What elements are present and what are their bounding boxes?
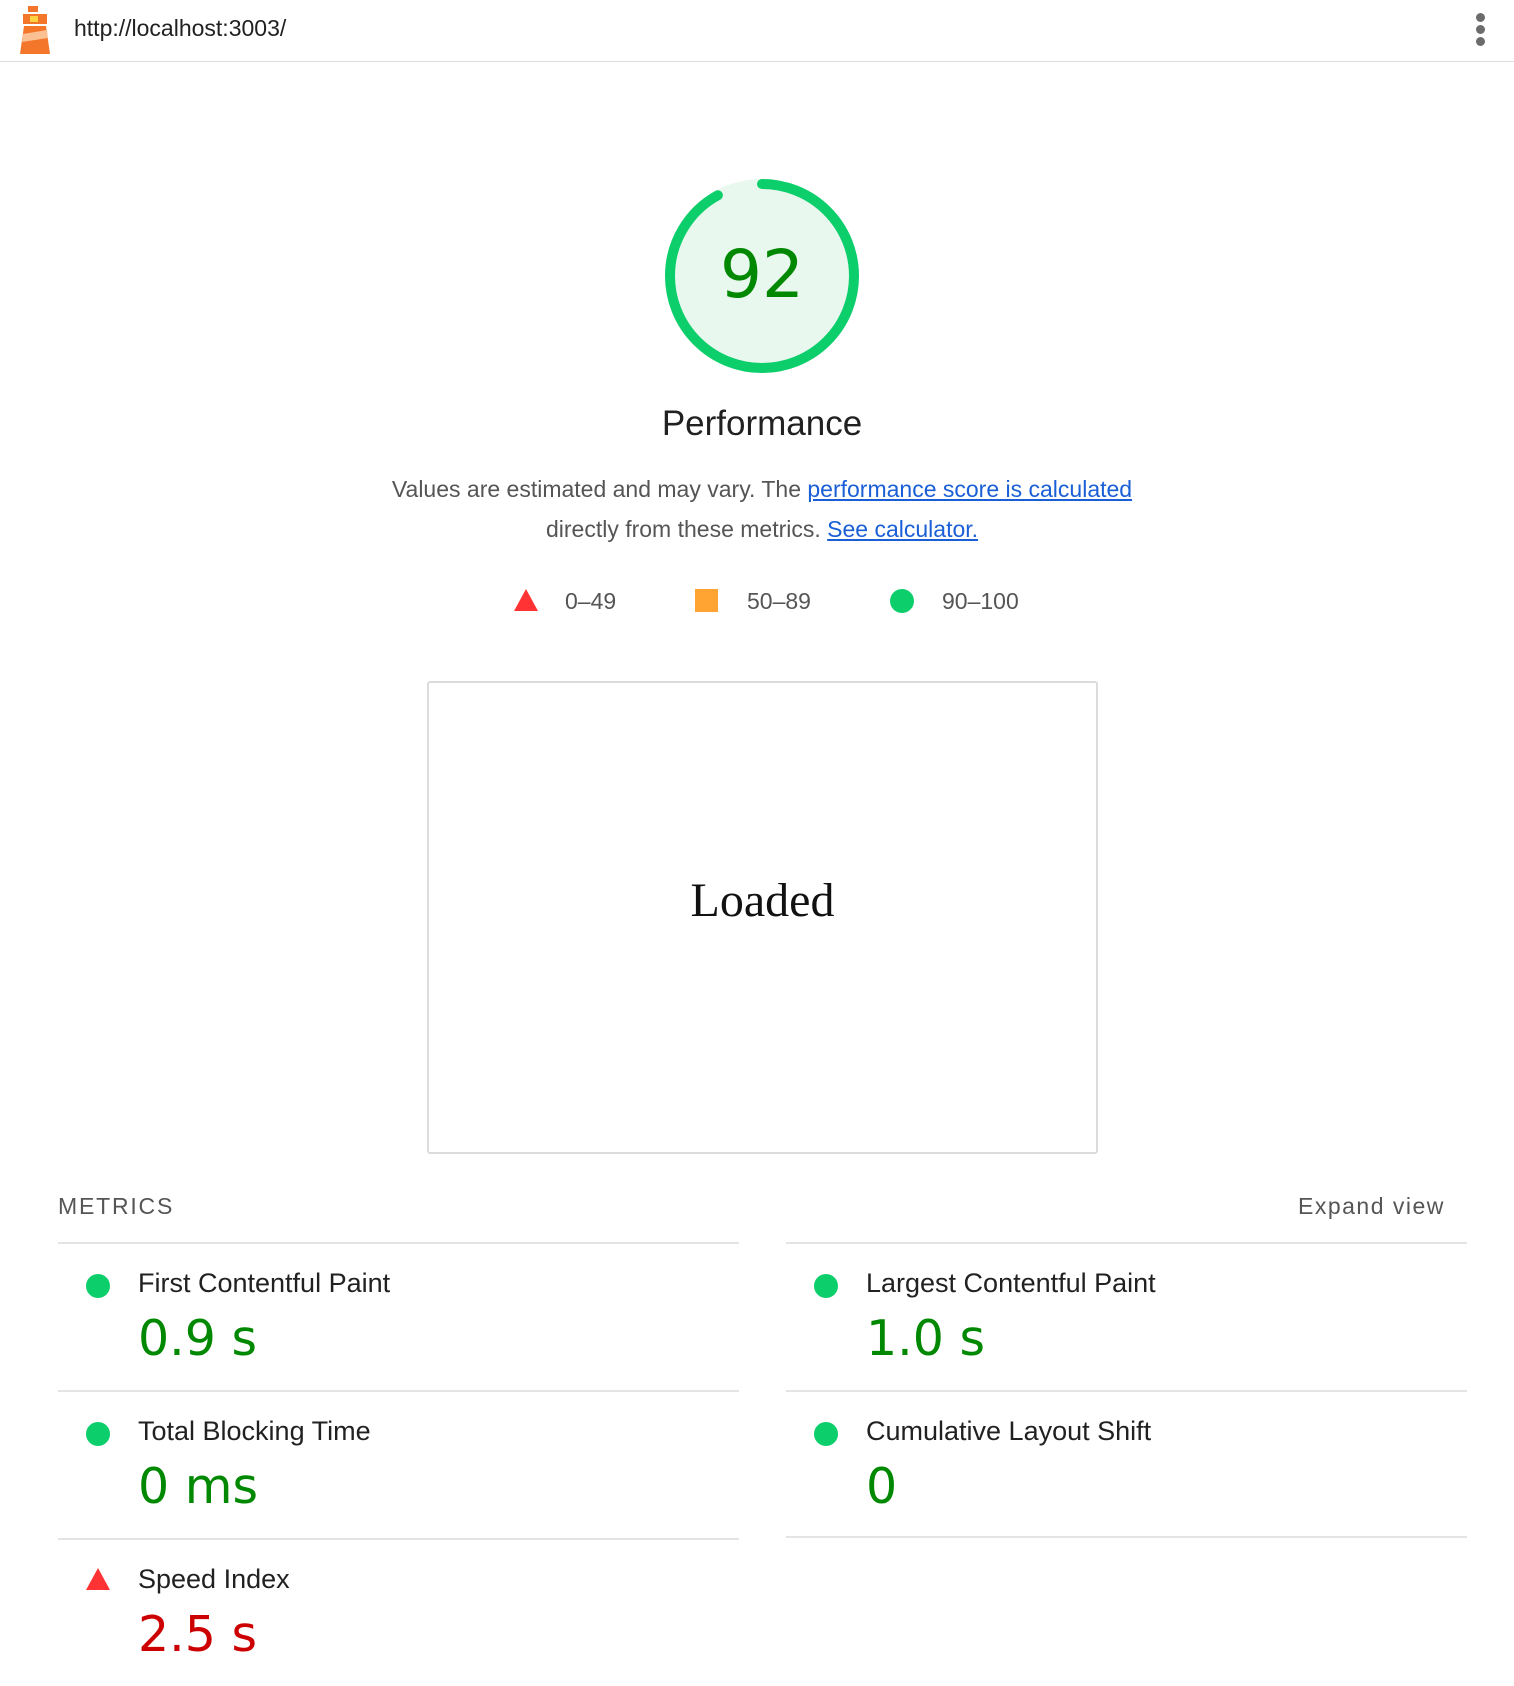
gauge-title: Performance [661,404,863,443]
description-text-1: Values are estimated and may vary. The [391,476,808,502]
metric-name: Largest Contentful Paint [866,1268,1156,1298]
screenshot-text: Loaded [690,874,835,927]
legend-label: 90–100 [942,588,1019,614]
performance-score: 92 [720,236,804,313]
pass-circle-icon [86,1274,110,1298]
metric-value: 1.0 s [866,1310,986,1367]
pass-circle-icon [890,589,914,613]
metric-first-contentful-paint: First Contentful Paint 0.9 s [58,1242,739,1390]
average-square-icon [695,589,718,612]
metric-name: Cumulative Layout Shift [866,1416,1152,1446]
metric-name: Speed Index [138,1564,290,1594]
pass-circle-icon [86,1422,110,1446]
pass-circle-icon [814,1422,838,1446]
metrics-header: METRICS [58,1193,175,1219]
top-bar: http://localhost:3003/ [0,0,1514,62]
score-legend: 0–49 50–89 90–100 [0,586,1514,616]
metric-value: 0 [866,1458,898,1515]
see-calculator-link[interactable]: See calculator. [827,516,978,542]
pass-circle-icon [814,1274,838,1298]
legend-label: 50–89 [747,588,811,614]
more-options-icon[interactable] [1470,10,1490,50]
metric-value: 0 ms [138,1458,259,1515]
performance-score-link[interactable]: performance score is calculated [807,476,1132,502]
metric-total-blocking-time: Total Blocking Time 0 ms [58,1390,739,1538]
page-url: http://localhost:3003/ [74,15,287,41]
metric-name: First Contentful Paint [138,1268,391,1298]
final-screenshot: Loaded [427,681,1098,1154]
metric-speed-index: Speed Index 2.5 s [58,1538,739,1686]
metric-name: Total Blocking Time [138,1416,371,1446]
score-description: Values are estimated and may vary. The p… [0,469,1514,549]
lighthouse-logo-icon [20,6,50,54]
description-text-2: directly from these metrics. [545,516,828,542]
fail-triangle-icon [514,589,538,611]
metric-cumulative-layout-shift: Cumulative Layout Shift 0 [786,1390,1467,1538]
metric-largest-contentful-paint: Largest Contentful Paint 1.0 s [786,1242,1467,1390]
metric-value: 0.9 s [138,1310,258,1367]
fail-triangle-icon [86,1568,110,1590]
metric-value: 2.5 s [138,1606,258,1663]
expand-view-button[interactable]: Expand view [1298,1193,1445,1220]
legend-label: 0–49 [565,588,617,614]
